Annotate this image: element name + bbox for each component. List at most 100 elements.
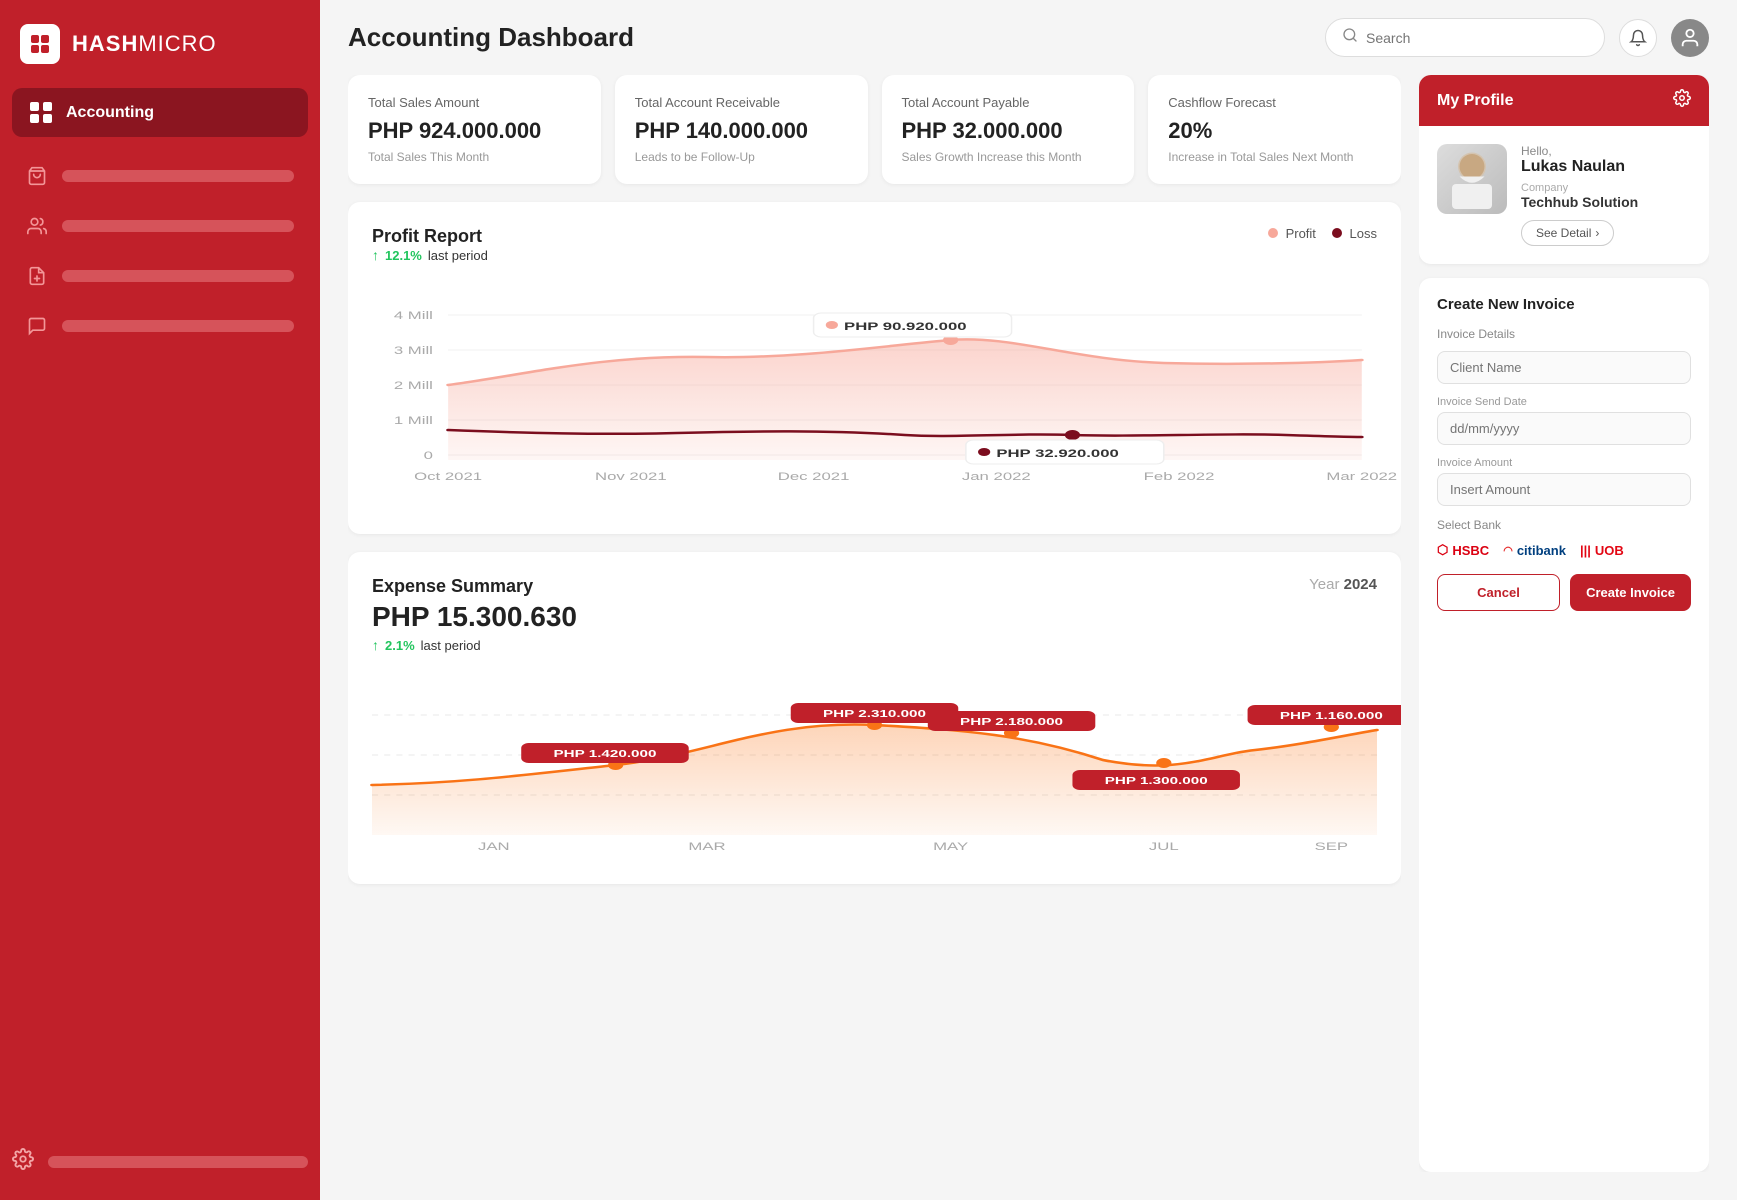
header: Accounting Dashboard (320, 0, 1737, 75)
svg-text:MAY: MAY (933, 841, 969, 853)
cancel-button[interactable]: Cancel (1437, 574, 1560, 611)
svg-text:SEP: SEP (1315, 841, 1348, 853)
right-panel: My Profile (1419, 75, 1709, 1172)
svg-text:3 Mill: 3 Mill (394, 345, 433, 357)
sidebar-nav (0, 145, 320, 1132)
svg-text:PHP 32.920.000: PHP 32.920.000 (996, 448, 1119, 460)
stat-card-cashflow: Cashflow Forecast 20% Increase in Total … (1148, 75, 1401, 184)
chart-legend: Profit Loss (1268, 226, 1377, 241)
sidebar-bottom (0, 1132, 320, 1200)
stat-value: 20% (1168, 118, 1381, 144)
svg-text:4 Mill: 4 Mill (394, 310, 433, 322)
profit-chart-title: Profit Report (372, 226, 488, 247)
avatar[interactable] (1671, 19, 1709, 57)
content: Total Sales Amount PHP 924.000.000 Total… (320, 75, 1737, 1200)
invoice-amount-field: Invoice Amount (1437, 457, 1691, 506)
sidebar-item-users[interactable] (12, 203, 308, 249)
svg-text:PHP 90.920.000: PHP 90.920.000 (844, 321, 967, 333)
expense-year: Year 2024 (1309, 576, 1377, 593)
stat-subtitle: Sales Growth Increase this Month (902, 150, 1115, 164)
message-icon (26, 315, 48, 337)
svg-text:1 Mill: 1 Mill (394, 415, 433, 427)
svg-text:PHP 2.180.000: PHP 2.180.000 (960, 716, 1063, 728)
stats-row: Total Sales Amount PHP 924.000.000 Total… (348, 75, 1401, 184)
svg-text:JUL: JUL (1149, 841, 1179, 853)
client-name-input[interactable] (1437, 351, 1691, 384)
stat-value: PHP 32.000.000 (902, 118, 1115, 144)
create-invoice-button[interactable]: Create Invoice (1570, 574, 1691, 611)
header-right (1325, 18, 1709, 57)
profile-company: Techhub Solution (1521, 194, 1691, 210)
see-detail-button[interactable]: See Detail › (1521, 220, 1614, 246)
expense-chart: PHP 1.420.000 PHP 2.310.000 PHP 2.180.00… (372, 675, 1377, 855)
svg-text:Mar 2022: Mar 2022 (1326, 471, 1397, 483)
profile-card: My Profile (1419, 75, 1709, 264)
search-input[interactable] (1366, 30, 1588, 46)
svg-text:Nov 2021: Nov 2021 (595, 471, 667, 483)
search-box[interactable] (1325, 18, 1605, 57)
expense-change-pct: 2.1% (385, 638, 415, 653)
hsbc-icon: ⬡ (1437, 542, 1448, 558)
profile-settings-icon[interactable] (1673, 89, 1691, 112)
settings-label-bar (48, 1156, 308, 1168)
svg-text:0: 0 (424, 450, 433, 462)
client-name-field (1437, 351, 1691, 384)
sidebar-item-documents[interactable] (12, 253, 308, 299)
expense-title-area: Expense Summary PHP 15.300.630 ↑ 2.1% la… (372, 576, 577, 669)
citibank-label: citibank (1517, 543, 1566, 558)
stat-value: PHP 924.000.000 (368, 118, 581, 144)
nav-label-bar (62, 270, 294, 282)
svg-text:MAR: MAR (688, 841, 725, 853)
stat-card-receivable: Total Account Receivable PHP 140.000.000… (615, 75, 868, 184)
nav-label-bar (62, 170, 294, 182)
stat-title: Total Sales Amount (368, 95, 581, 110)
bank-hsbc[interactable]: ⬡ HSBC (1437, 542, 1489, 558)
bank-citibank[interactable]: ◠ citibank (1503, 543, 1566, 558)
logo[interactable]: HASHMICRO (0, 0, 320, 88)
users-icon (26, 215, 48, 237)
notification-button[interactable] (1619, 19, 1657, 57)
invoice-card: Create New Invoice Invoice Details Invoi… (1419, 278, 1709, 1172)
profile-name: Lukas Naulan (1521, 158, 1691, 176)
nav-label-bar (62, 320, 294, 332)
svg-text:Jan 2022: Jan 2022 (962, 471, 1031, 483)
sidebar: HASHMICRO Accounting (0, 0, 320, 1200)
svg-text:2 Mill: 2 Mill (394, 380, 433, 392)
profit-chart: 4 Mill 3 Mill 2 Mill 1 Mill 0 (372, 285, 1377, 505)
loss-dot (1332, 228, 1342, 238)
sidebar-item-sales[interactable] (12, 153, 308, 199)
profit-report-card: Profit Report ↑ 12.1% last period Profit (348, 202, 1401, 534)
profit-change-label: last period (428, 248, 488, 263)
chevron-right-icon: › (1595, 226, 1599, 240)
settings-icon[interactable] (12, 1148, 34, 1176)
chart-header: Profit Report ↑ 12.1% last period Profit (372, 226, 1377, 279)
profit-change-pct: 12.1% (385, 248, 422, 263)
sidebar-active-label: Accounting (66, 104, 154, 122)
bank-uob[interactable]: ||| UOB (1580, 543, 1624, 558)
legend-loss: Loss (1332, 226, 1377, 241)
send-date-input[interactable] (1437, 412, 1691, 445)
svg-text:JAN: JAN (478, 841, 510, 853)
sidebar-item-accounting[interactable]: Accounting (12, 88, 308, 137)
sidebar-item-messages[interactable] (12, 303, 308, 349)
profit-dot (1268, 228, 1278, 238)
expense-chart-title: Expense Summary (372, 576, 577, 597)
content-left: Total Sales Amount PHP 924.000.000 Total… (348, 75, 1401, 1172)
legend-profit: Profit (1268, 226, 1316, 241)
grid-icon (30, 102, 52, 123)
logo-text: HASHMICRO (72, 31, 217, 57)
stat-subtitle: Increase in Total Sales Next Month (1168, 150, 1381, 164)
expense-chart-header: Expense Summary PHP 15.300.630 ↑ 2.1% la… (372, 576, 1377, 669)
svg-text:Feb 2022: Feb 2022 (1144, 471, 1215, 483)
profile-header-title: My Profile (1437, 92, 1513, 110)
select-bank-label: Select Bank (1437, 518, 1691, 532)
stat-value: PHP 140.000.000 (635, 118, 848, 144)
expense-summary-card: Expense Summary PHP 15.300.630 ↑ 2.1% la… (348, 552, 1401, 884)
stat-subtitle: Leads to be Follow-Up (635, 150, 848, 164)
invoice-amount-input[interactable] (1437, 473, 1691, 506)
profit-chart-sub: ↑ 12.1% last period (372, 247, 488, 263)
stat-card-payable: Total Account Payable PHP 32.000.000 Sal… (882, 75, 1135, 184)
main-area: Accounting Dashboard (320, 0, 1737, 1200)
svg-text:Dec 2021: Dec 2021 (778, 471, 850, 483)
send-date-label: Invoice Send Date (1437, 396, 1691, 408)
